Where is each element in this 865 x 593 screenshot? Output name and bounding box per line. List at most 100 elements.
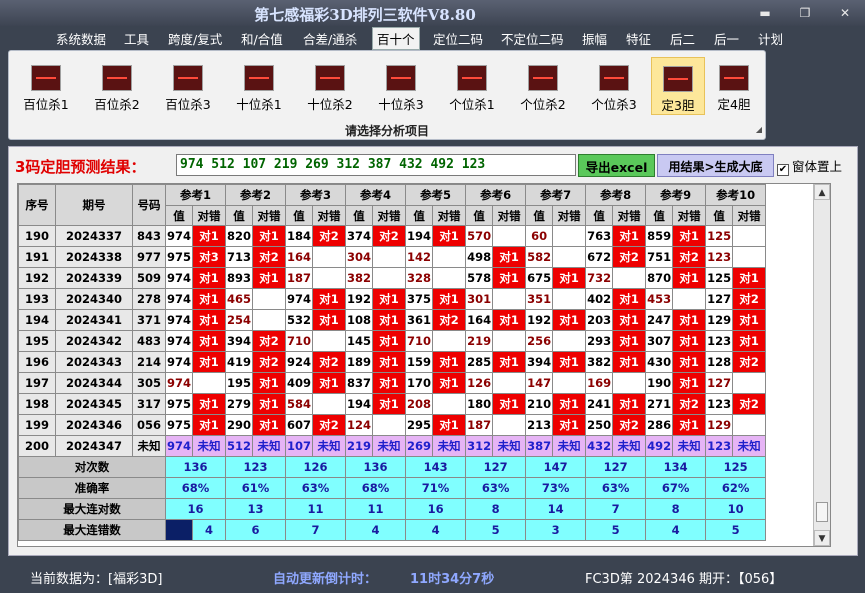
menu-last-one[interactable]: 后一 (714, 29, 739, 48)
ribbon-button[interactable]: 定4胆 (707, 57, 761, 115)
ribbon-button[interactable]: 百位杀3 (154, 57, 222, 115)
table-row[interactable]: 199 2024346 056 975 对1 290 对1 607 对2 124 295 对1 187 2… (18, 414, 767, 436)
ribbon-button[interactable]: 十位杀2 (296, 57, 364, 115)
menu-system-data[interactable]: 系统数据 (56, 29, 106, 48)
table-row[interactable]: 193 2024340 278 974 对1 465 974 对1 192 对1 375 对1 301 3… (18, 288, 767, 310)
subheader-hit: 对错 (612, 205, 647, 226)
cell-hit (552, 372, 587, 394)
cell-value: 710 (285, 330, 314, 352)
cell-value: 382 (585, 351, 614, 373)
minimize-button[interactable]: ▬ (757, 6, 773, 20)
col-header-ref[interactable]: 参考6 (465, 184, 527, 206)
menu-unfixed-two[interactable]: 不定位二码 (501, 29, 564, 48)
cell-hit (552, 288, 587, 310)
ribbon-button-selected[interactable]: 定3胆 (651, 57, 705, 115)
cell-hit: 对1 (492, 267, 527, 289)
menu-last-two[interactable]: 后二 (670, 29, 695, 48)
menu-tools[interactable]: 工具 (124, 29, 149, 48)
dialog-launcher-icon[interactable]: ◢ (756, 125, 762, 134)
cell-hit: 对1 (612, 393, 647, 415)
table-row[interactable]: 198 2024345 317 975 对1 279 对1 584 194 对1 208 180 对1 2… (18, 393, 767, 415)
stat-value: 63% (285, 477, 347, 499)
cell-hit: 对1 (672, 372, 707, 394)
cell-seq: 197 (18, 372, 56, 394)
ribbon-button[interactable]: 个位杀3 (580, 57, 648, 115)
cell-hit: 对2 (312, 414, 347, 436)
menu-features[interactable]: 特征 (626, 29, 651, 48)
cell-pred-value: 312 (465, 435, 494, 457)
ribbon-button[interactable]: 个位杀2 (509, 57, 577, 115)
cell-pred-value: 492 (645, 435, 674, 457)
ribbon-button[interactable]: 百位杀1 (12, 57, 80, 115)
close-button[interactable]: ✕ (837, 6, 853, 20)
col-header-ref[interactable]: 参考3 (285, 184, 347, 206)
cell-value: 60 (525, 225, 554, 247)
menu-sum[interactable]: 和/合值 (241, 29, 283, 48)
menu-span[interactable]: 跨度/复式 (168, 29, 222, 48)
vertical-scrollbar[interactable]: ▲ ▼ (813, 184, 830, 546)
col-header-ref[interactable]: 参考9 (645, 184, 707, 206)
col-header-ref[interactable]: 参考1 (164, 184, 227, 206)
ribbon-button[interactable]: 百位杀2 (83, 57, 151, 115)
ribbon-caption: 请选择分析项目 (344, 124, 429, 138)
checkbox-check-icon: ✔ (777, 164, 789, 176)
export-excel-button[interactable]: 导出excel (578, 154, 655, 177)
table-row[interactable]: 191 2024338 977 975 对3 713 对2 164 304 142 498 对1 582… (18, 246, 767, 268)
chart-icon (663, 66, 693, 92)
cell-issue: 2024340 (55, 288, 133, 310)
cell-hit: 对2 (732, 351, 767, 373)
table-row[interactable]: 195 2024342 483 974 对1 394 对2 710 145 对1 710 219 256… (18, 330, 767, 352)
menu-positions[interactable]: 百十个 (372, 27, 420, 50)
col-header-ref[interactable]: 参考4 (345, 184, 407, 206)
scroll-up-icon[interactable]: ▲ (814, 184, 830, 200)
cell-value: 123 (705, 246, 734, 268)
cell-hit: 对1 (252, 414, 287, 436)
col-header-seq[interactable]: 序号 (18, 184, 56, 226)
cell-hit: 对1 (612, 225, 647, 247)
ribbon-button[interactable]: 个位杀1 (438, 57, 506, 115)
ribbon-button[interactable]: 十位杀1 (225, 57, 293, 115)
table-row[interactable]: 190 2024337 843 974 对1 820 对1 184 对2 374 对2 194 对1 57… (18, 225, 767, 247)
col-header-code[interactable]: 号码 (132, 184, 166, 226)
table-row[interactable]: 197 2024344 305 974 195 对1 409 对1 837 对1 170 对1 126 1… (18, 372, 767, 394)
cell-hit (672, 288, 707, 310)
maximize-button[interactable]: ❐ (797, 6, 813, 20)
subheader-value: 值 (465, 205, 494, 226)
scroll-down-icon[interactable]: ▼ (814, 530, 830, 546)
table-row[interactable]: 194 2024341 371 974 对1 254 532 对1 108 对1 361 对2 164 对… (18, 309, 767, 331)
cell-seq: 200 (18, 435, 56, 457)
table-row[interactable]: 192 2024339 509 974 对1 893 对1 187 382 328 578 对1 675… (18, 267, 767, 289)
prediction-row[interactable]: 200 2024347 未知 974 未知 512 未知 107 未知 219 未知 269 未知 312… (18, 435, 767, 457)
subheader-hit: 对错 (432, 205, 467, 226)
menu-fixed-two[interactable]: 定位二码 (433, 29, 483, 48)
stat-value: 4 (191, 519, 227, 541)
col-header-ref[interactable]: 参考7 (525, 184, 587, 206)
cell-value: 409 (285, 372, 314, 394)
menu-amplitude[interactable]: 振幅 (582, 29, 607, 48)
ribbon-button[interactable]: 十位杀3 (367, 57, 435, 115)
menu-kill[interactable]: 合差/通杀 (303, 29, 357, 48)
cell-value: 142 (405, 246, 434, 268)
cell-pred-value: 219 (345, 435, 374, 457)
cell-hit: 对1 (492, 246, 527, 268)
scroll-thumb[interactable] (816, 502, 828, 522)
menu-plan[interactable]: 计划 (758, 29, 783, 48)
table-row[interactable]: 196 2024343 214 974 对1 419 对2 924 对2 189 对1 159 对1 28… (18, 351, 767, 373)
cell-hit: 对1 (552, 309, 587, 331)
cell-code: 483 (132, 330, 166, 352)
cell-hit: 对2 (312, 225, 347, 247)
generate-base-button[interactable]: 用结果>生成大底 (657, 154, 774, 177)
cell-value: 304 (345, 246, 374, 268)
stat-value: 8 (465, 498, 527, 520)
cell-hit: 对2 (612, 246, 647, 268)
col-header-ref[interactable]: 参考2 (225, 184, 287, 206)
cell-value: 974 (165, 372, 193, 394)
col-header-ref[interactable]: 参考5 (405, 184, 467, 206)
col-header-ref[interactable]: 参考10 (705, 184, 767, 206)
cell-value: 859 (645, 225, 674, 247)
col-header-issue[interactable]: 期号 (55, 184, 133, 226)
col-header-ref[interactable]: 参考8 (585, 184, 647, 206)
predict-result-field[interactable]: 974 512 107 219 269 312 387 432 492 123 (176, 154, 576, 176)
cell-hit: 对1 (492, 351, 527, 373)
topmost-checkbox[interactable]: ✔ 窗体置上 (777, 156, 842, 176)
